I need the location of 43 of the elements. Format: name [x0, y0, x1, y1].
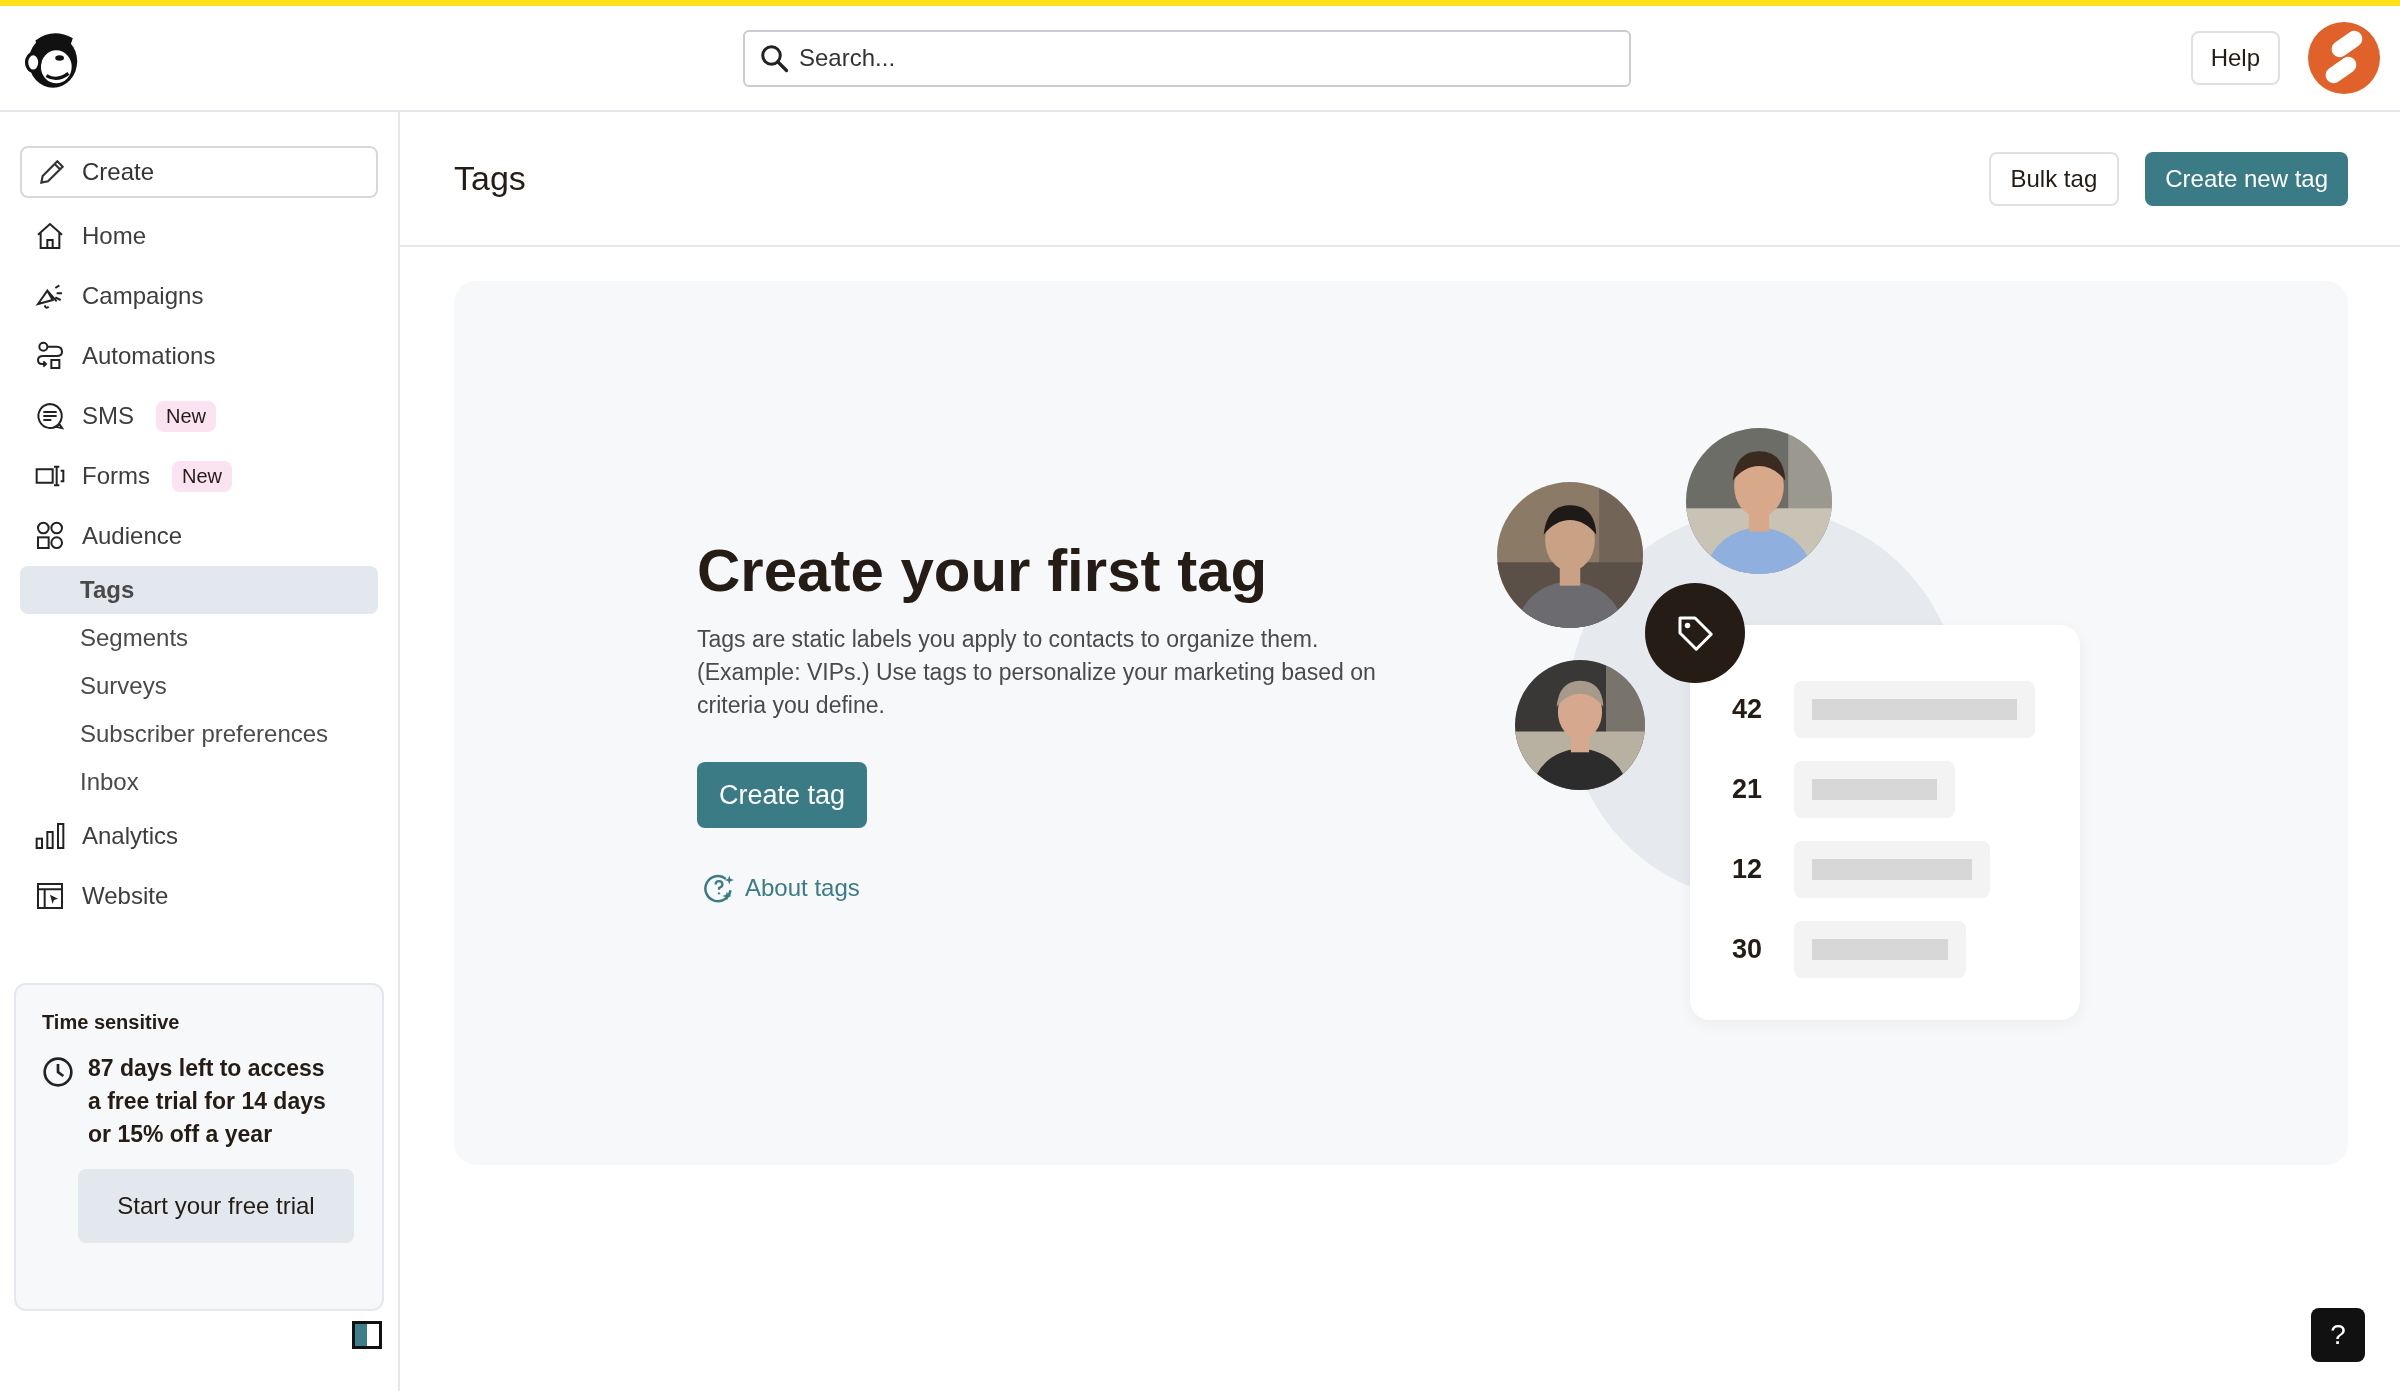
nav-subitem[interactable]: Subscriber preferences	[20, 710, 378, 758]
tag-count: 30	[1732, 934, 1764, 965]
bar-chart-icon	[34, 820, 66, 852]
create-button[interactable]: Create	[20, 146, 378, 198]
help-button[interactable]: ?	[2311, 1308, 2365, 1362]
search-field[interactable]: Search...	[743, 29, 1631, 87]
people-icon	[34, 520, 66, 552]
clock-icon	[42, 1056, 74, 1088]
tag-count: 12	[1732, 854, 1764, 885]
about-tags-link[interactable]: About tags	[697, 872, 860, 904]
help-button[interactable]: Help	[2190, 31, 2280, 85]
avatar[interactable]	[2308, 22, 2380, 94]
create-tag-button[interactable]: Create tag	[697, 762, 868, 828]
nav-subitem[interactable]: Tags	[20, 566, 378, 614]
nav-item[interactable]: Forms New	[20, 446, 384, 506]
tag-count: 21	[1732, 774, 1764, 805]
help-sparkle-icon	[703, 872, 735, 904]
new-badge: New	[156, 400, 217, 432]
empty-state-heading: Create your first tag	[697, 536, 1268, 605]
promo-message: 87 days left to access a free trial for 14 days or 15% off a year	[88, 1054, 327, 1149]
search-icon	[759, 42, 789, 73]
browser-icon	[34, 880, 66, 912]
trial-button[interactable]: Start your free trial	[78, 1169, 354, 1243]
nav-item[interactable]: Audience	[20, 506, 384, 566]
tag-count: 42	[1732, 694, 1764, 725]
chat-icon	[34, 400, 66, 432]
nav-item[interactable]: Website	[20, 866, 384, 924]
nav-item[interactable]: Campaigns	[20, 266, 384, 326]
new-badge: New	[172, 460, 232, 492]
nav-subitem[interactable]: Segments	[20, 614, 378, 662]
nav-subitem[interactable]: Inbox	[20, 758, 378, 806]
nav-item[interactable]: Home	[20, 206, 384, 266]
empty-state-description: Tags are static labels you apply to contacts to organize them. (Example: VIPs.) Use tags to personalize your marketing based on criteria you define.	[697, 625, 1377, 720]
workflow-icon	[34, 340, 66, 372]
create-new-tag-button[interactable]: Create new tag	[2145, 151, 2348, 206]
bulk-tag-button[interactable]: Bulk tag	[1988, 151, 2120, 206]
sidebar-toggle-icon[interactable]	[352, 1321, 382, 1349]
promo-kicker: Time sensitive	[42, 1011, 181, 1034]
nav-item[interactable]: Analytics	[20, 806, 384, 866]
page-title: Tags	[454, 159, 526, 198]
nav-item[interactable]: SMS New	[20, 386, 384, 446]
nav-item[interactable]: Automations	[20, 326, 384, 386]
nav-subitem[interactable]: Surveys	[20, 662, 378, 710]
